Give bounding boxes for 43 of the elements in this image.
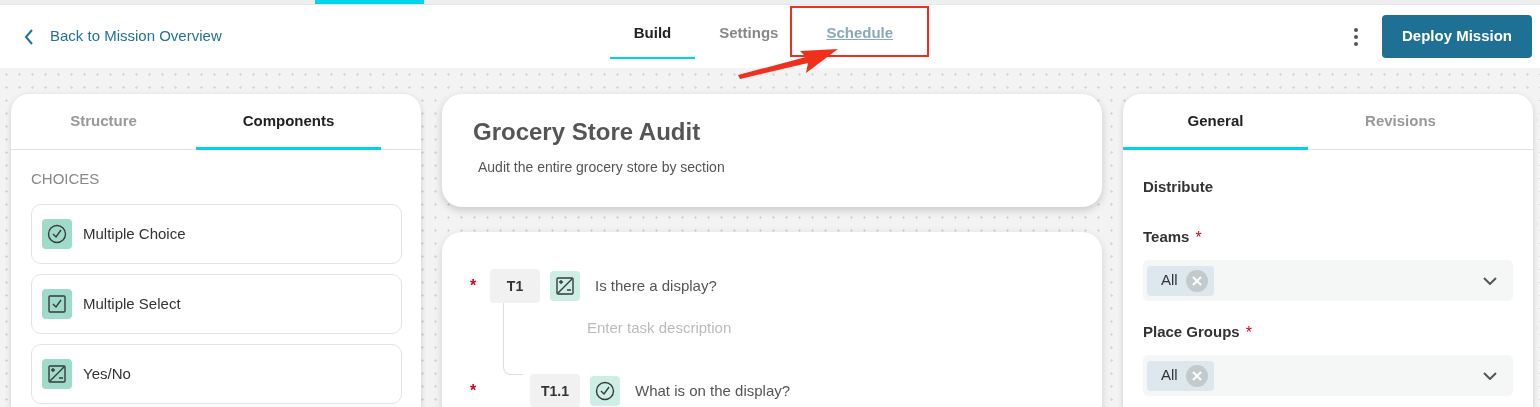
tag-label: All <box>1161 270 1178 291</box>
component-item[interactable]: Multiple Choice <box>31 204 402 264</box>
section-heading: CHOICES <box>31 168 101 189</box>
component-item[interactable]: Multiple Select <box>31 274 402 334</box>
mission-description: Audit the entire grocery store by section <box>478 157 726 177</box>
select-field[interactable]: All <box>1143 355 1513 396</box>
required-marker: * <box>470 276 478 296</box>
remove-icon[interactable] <box>1185 364 1208 387</box>
panel-tab[interactable]: General <box>1123 94 1308 150</box>
nav-tab[interactable]: Build <box>609 10 696 59</box>
remove-icon[interactable] <box>1185 269 1208 292</box>
component-label: Multiple Choice <box>83 223 186 244</box>
task-question: Is there a display? <box>595 275 717 296</box>
circle-check-icon <box>42 219 72 249</box>
field-label: Place Groups <box>1143 322 1240 342</box>
component-label: Yes/No <box>83 363 131 384</box>
required-marker: * <box>1195 228 1202 248</box>
plus-minus-icon <box>550 271 580 301</box>
chevron-left-icon <box>24 28 34 45</box>
nav-tab[interactable]: Settings <box>695 10 803 59</box>
panel-tab[interactable]: Components <box>196 94 381 150</box>
required-marker: * <box>1245 323 1252 343</box>
plus-minus-icon <box>42 359 72 389</box>
component-label: Multiple Select <box>83 293 181 314</box>
task-question: What is on the display? <box>635 380 791 401</box>
component-item[interactable]: Yes/No <box>31 344 402 404</box>
circle-check-icon <box>590 376 620 406</box>
section-heading: Distribute <box>1143 176 1214 197</box>
chevron-down-icon <box>1483 276 1497 285</box>
required-marker: * <box>470 381 478 401</box>
deploy-button[interactable]: Deploy Mission <box>1381 15 1532 58</box>
task-number: T1 <box>490 269 540 303</box>
chevron-down-icon <box>1483 371 1497 380</box>
connector-line <box>503 303 523 375</box>
field-label: Teams <box>1143 227 1190 247</box>
square-check-icon <box>42 289 72 319</box>
select-field[interactable]: All <box>1143 260 1513 301</box>
more-options-icon[interactable] <box>1353 27 1358 46</box>
back-link[interactable]: Back to Mission Overview <box>24 25 222 48</box>
tag-label: All <box>1161 365 1178 386</box>
task-description-field[interactable]: Enter task description <box>587 317 887 340</box>
task-number: T1.1 <box>530 374 580 407</box>
mission-title: Grocery Store Audit <box>473 118 702 147</box>
